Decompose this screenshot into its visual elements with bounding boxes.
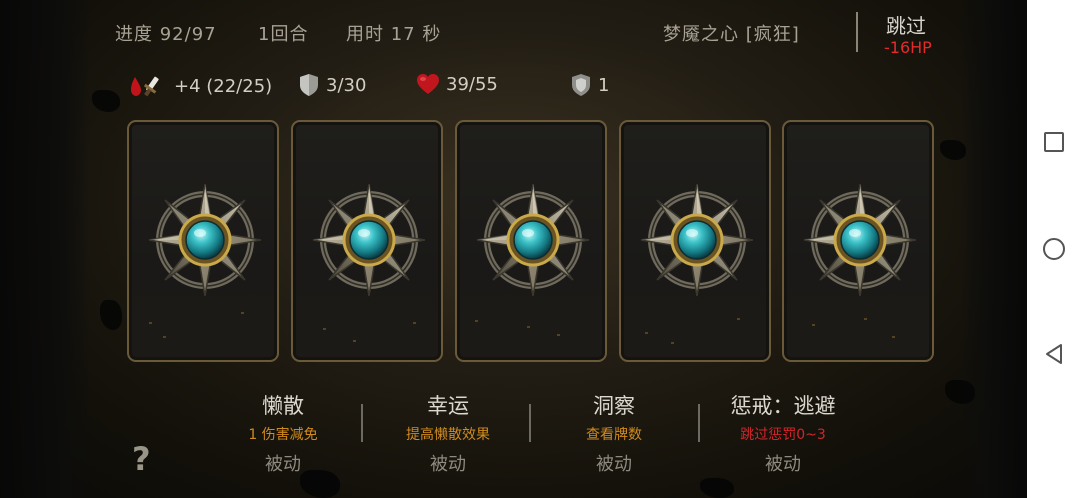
- home-button[interactable]: [1027, 229, 1080, 269]
- stat-attack: +4 (22/25): [128, 73, 272, 99]
- option-punish-escape[interactable]: 惩戒：逃避 跳过惩罚0~3 被动: [698, 390, 868, 476]
- rock: [945, 380, 975, 404]
- option-luck[interactable]: 幸运 提高懒散效果 被动: [363, 390, 533, 476]
- rock: [700, 478, 734, 498]
- round-text: 1回合: [258, 24, 309, 45]
- shield-icon: [572, 74, 590, 96]
- heart-icon: [417, 74, 439, 94]
- option-kind: 被动: [596, 454, 632, 475]
- right-rock-border: [960, 0, 1027, 498]
- stat-attack-value: +4 (22/25): [174, 75, 273, 97]
- option-kind: 被动: [430, 454, 466, 475]
- card-5[interactable]: [782, 120, 934, 362]
- option-name: 惩戒：逃避: [730, 394, 836, 418]
- circle-icon: [1042, 238, 1065, 260]
- option-slack[interactable]: 懒散 1 伤害减免 被动: [198, 390, 368, 476]
- stat-shield-value: 1: [598, 74, 610, 96]
- option-kind: 被动: [765, 454, 801, 475]
- card-4[interactable]: [619, 120, 771, 362]
- option-name: 洞察: [593, 394, 635, 418]
- android-nav-bar: [1027, 0, 1080, 498]
- stat-shield: 1: [570, 73, 609, 97]
- progress-text: 进度 92/97: [115, 24, 217, 45]
- compass-emblem-icon: [309, 180, 429, 300]
- card-1[interactable]: [127, 120, 279, 362]
- time-text: 用时 17 秒: [346, 24, 442, 45]
- left-rock-border: [0, 0, 90, 498]
- option-name: 懒散: [262, 394, 304, 418]
- option-desc: 1 伤害减免: [248, 427, 318, 443]
- skip-penalty: -16HP: [884, 38, 932, 57]
- card-3[interactable]: [455, 120, 607, 362]
- dungeon-name: 梦魇之心 [疯狂]: [663, 24, 800, 45]
- header-divider: [856, 12, 858, 52]
- stat-armor-value: 3/30: [326, 74, 367, 96]
- compass-emblem-icon: [145, 180, 265, 300]
- stat-armor: 3/30: [298, 73, 366, 97]
- blood-sword-icon: [131, 76, 159, 97]
- skip-button[interactable]: 跳过: [886, 10, 926, 39]
- compass-emblem-icon: [800, 180, 920, 300]
- option-desc: 跳过惩罚0~3: [740, 427, 826, 443]
- option-kind: 被动: [265, 454, 301, 475]
- stat-health-value: 39/55: [446, 73, 498, 95]
- option-name: 幸运: [427, 394, 469, 418]
- compass-emblem-icon: [637, 180, 757, 300]
- compass-emblem-icon: [473, 180, 593, 300]
- rock: [92, 90, 120, 112]
- recent-apps-button[interactable]: [1027, 122, 1080, 162]
- rock: [940, 140, 966, 160]
- option-insight[interactable]: 洞察 查看牌数 被动: [529, 390, 699, 476]
- rock: [100, 300, 122, 330]
- game-board: 进度 92/97 1回合 用时 17 秒 梦魇之心 [疯狂] 跳过 -16HP …: [0, 0, 1027, 498]
- option-desc: 查看牌数: [586, 427, 642, 443]
- option-desc: 提高懒散效果: [406, 427, 490, 443]
- triangle-back-icon: [1045, 344, 1062, 364]
- square-icon: [1043, 132, 1064, 152]
- armor-shield-icon: [300, 74, 318, 96]
- stat-health: 39/55: [416, 73, 498, 95]
- card-2[interactable]: [291, 120, 443, 362]
- help-button[interactable]: ?: [132, 440, 151, 478]
- back-button[interactable]: [1027, 334, 1080, 374]
